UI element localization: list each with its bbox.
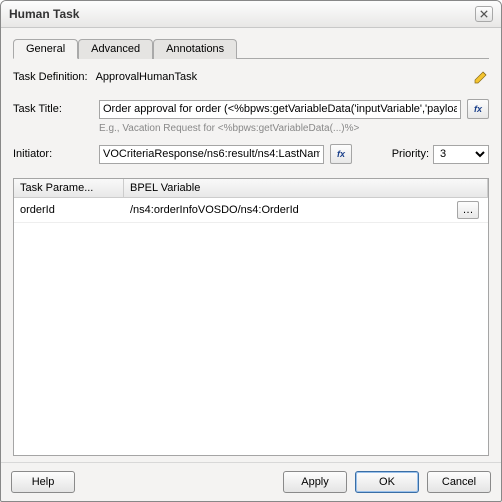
task-definition-value: ApprovalHumanTask — [96, 71, 198, 83]
edit-icon[interactable] — [473, 69, 489, 85]
task-title-input[interactable] — [99, 100, 461, 119]
column-task-parameter[interactable]: Task Parame... — [14, 179, 124, 197]
tab-bar: General Advanced Annotations — [13, 38, 489, 59]
initiator-label: Initiator: — [13, 148, 93, 160]
human-task-dialog: Human Task General Advanced Annotations … — [0, 0, 502, 502]
apply-button[interactable]: Apply — [283, 471, 347, 493]
titlebar: Human Task — [1, 1, 501, 28]
task-definition-label: Task Definition: — [13, 71, 88, 83]
bpel-browse-button[interactable]: … — [457, 201, 479, 219]
table-row[interactable]: orderId /ns4:orderInfoVOSDO/ns4:OrderId … — [14, 198, 488, 223]
priority-group: Priority: 3 — [392, 145, 489, 164]
task-title-row: Task Title: fx — [13, 99, 489, 119]
close-button[interactable] — [475, 6, 493, 22]
table-body: orderId /ns4:orderInfoVOSDO/ns4:OrderId … — [14, 198, 488, 455]
dialog-content: General Advanced Annotations Task Defini… — [1, 28, 501, 462]
cancel-button[interactable]: Cancel — [427, 471, 491, 493]
table-header: Task Parame... BPEL Variable — [14, 179, 488, 198]
close-icon — [480, 10, 488, 18]
initiator-expression-button[interactable]: fx — [330, 144, 352, 164]
tab-annotations[interactable]: Annotations — [153, 39, 237, 59]
initiator-input[interactable] — [99, 145, 324, 164]
priority-label: Priority: — [392, 148, 429, 160]
dialog-title: Human Task — [9, 7, 79, 21]
dialog-footer: Help Apply OK Cancel — [1, 462, 501, 501]
task-title-expression-button[interactable]: fx — [467, 99, 489, 119]
priority-select[interactable]: 3 — [433, 145, 489, 164]
fx-icon: fx — [337, 149, 345, 159]
ok-button[interactable]: OK — [355, 471, 419, 493]
ellipsis-icon: … — [463, 204, 474, 216]
task-title-label: Task Title: — [13, 103, 93, 115]
fx-icon: fx — [474, 104, 482, 114]
task-title-hint: E.g., Vacation Request for <%bpws:getVar… — [99, 123, 489, 134]
cell-bpel-value: /ns4:orderInfoVOSDO/ns4:OrderId — [130, 204, 299, 216]
column-bpel-variable[interactable]: BPEL Variable — [124, 179, 488, 197]
task-definition-row: Task Definition: ApprovalHumanTask — [13, 69, 489, 85]
cell-bpel: /ns4:orderInfoVOSDO/ns4:OrderId … — [124, 198, 488, 222]
parameters-table: Task Parame... BPEL Variable orderId /ns… — [13, 178, 489, 456]
tab-general[interactable]: General — [13, 39, 78, 59]
initiator-row: Initiator: fx Priority: 3 — [13, 144, 489, 164]
tab-advanced[interactable]: Advanced — [78, 39, 153, 59]
help-button[interactable]: Help — [11, 471, 75, 493]
cell-param: orderId — [14, 201, 124, 219]
